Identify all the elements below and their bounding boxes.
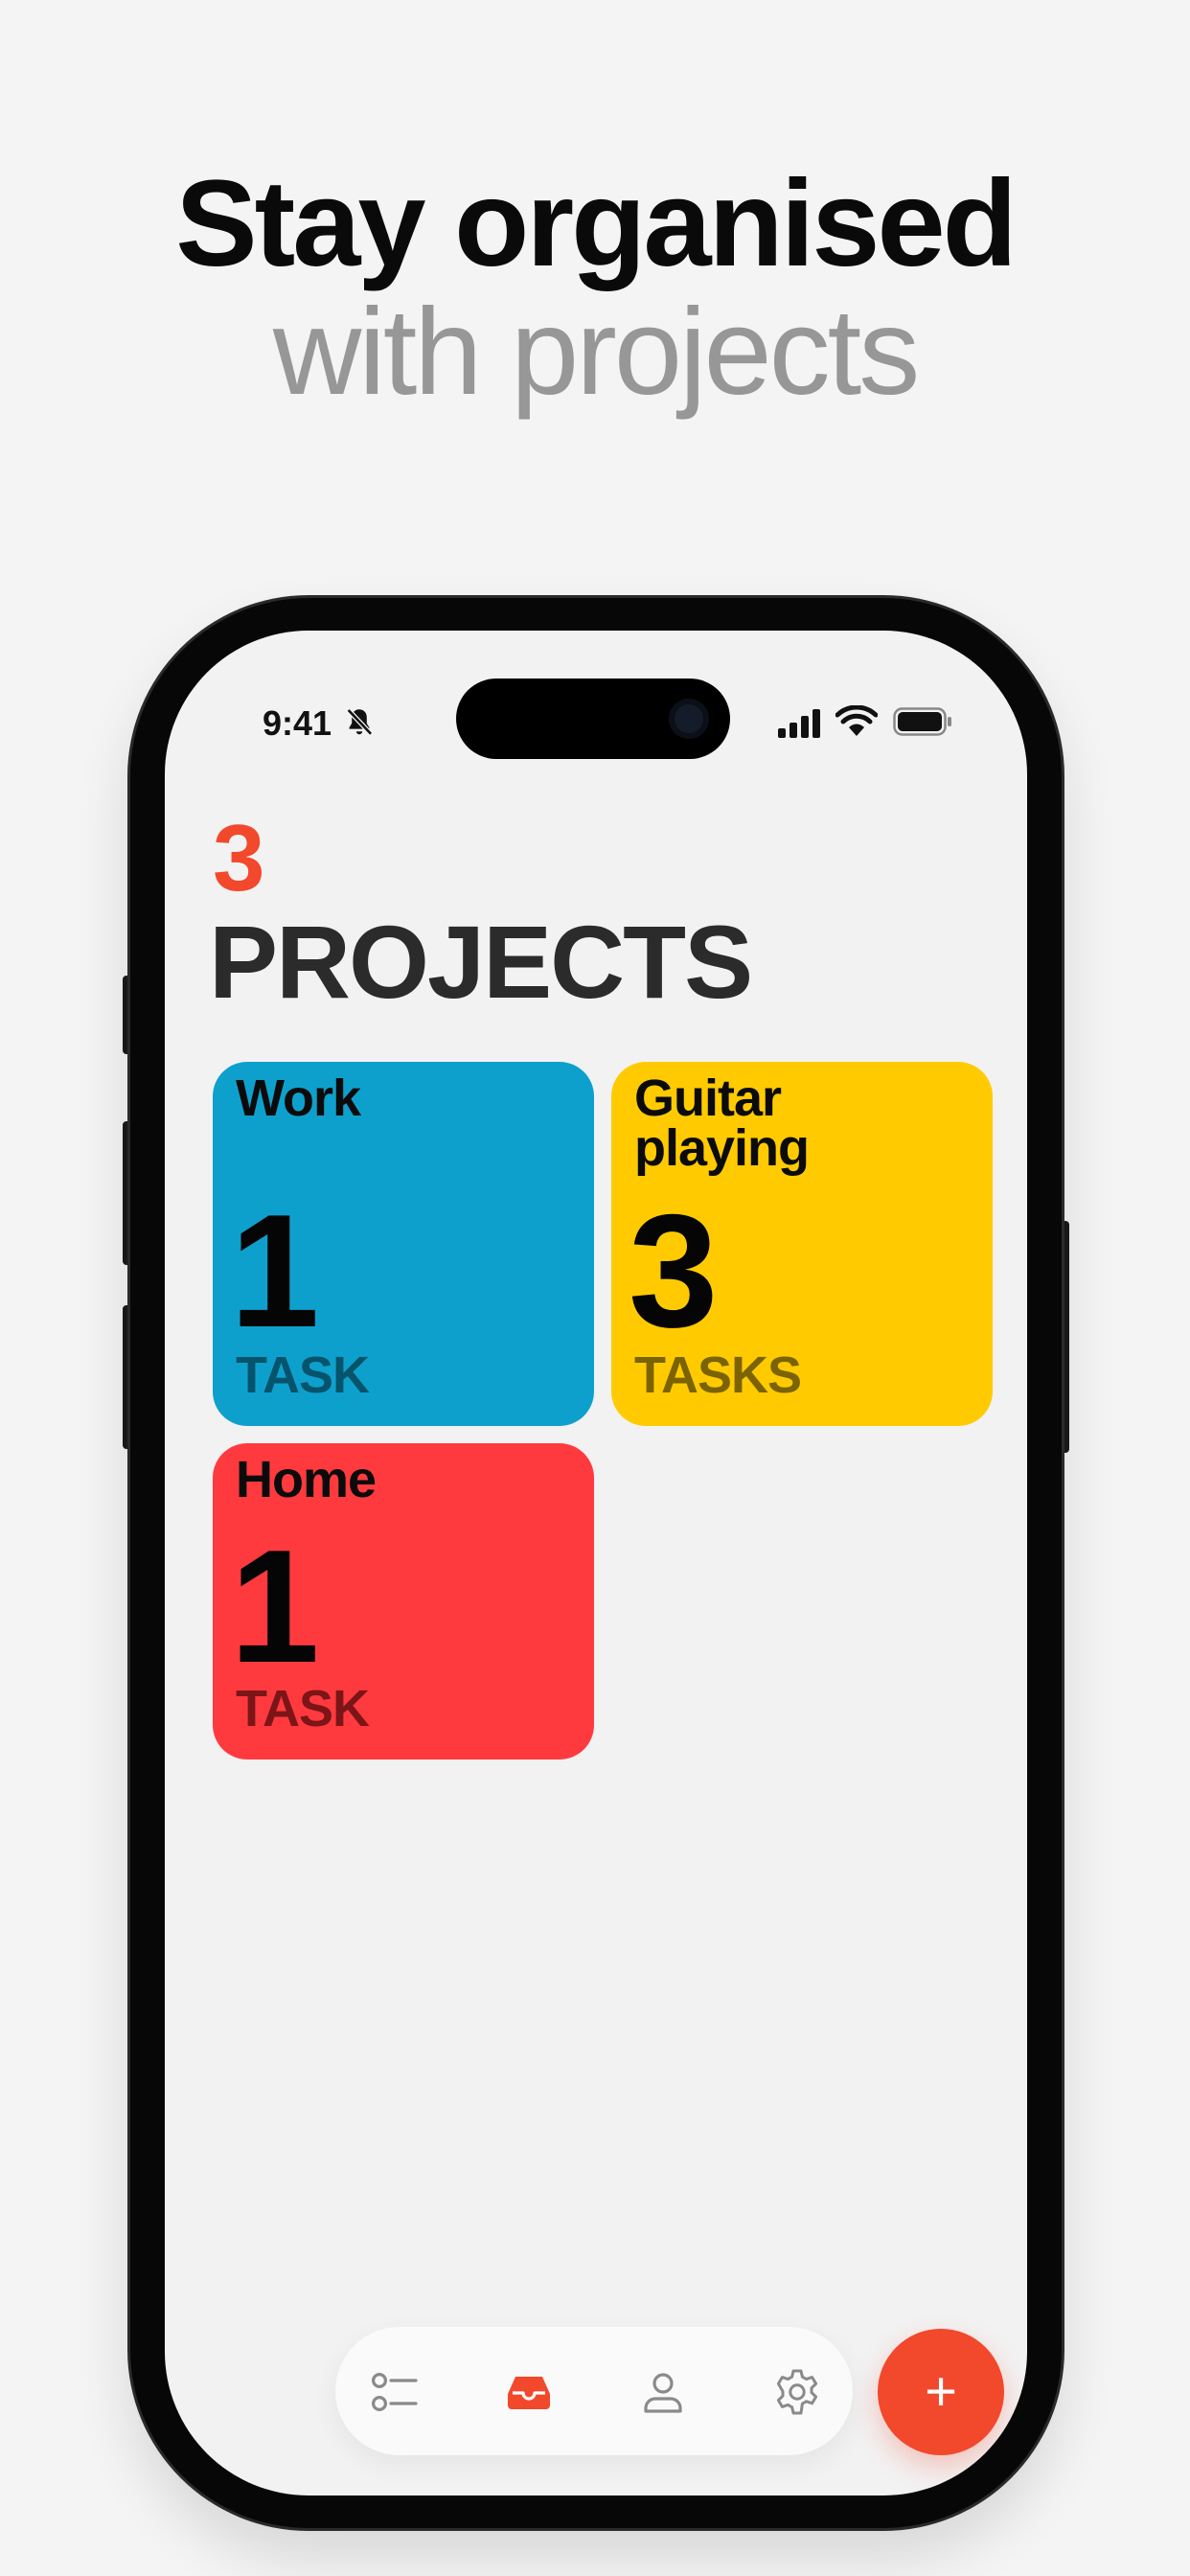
dynamic-island [456,678,730,759]
profile-icon[interactable] [638,2367,688,2417]
project-name: Home [236,1451,377,1508]
wifi-icon [835,705,878,736]
camera-icon [669,699,709,739]
add-project-button[interactable]: + [878,2329,1004,2455]
project-task-unit: TASK [236,1680,370,1737]
project-card-work[interactable]: Work 1 TASK [213,1062,594,1426]
phone-frame: 9:41 3 PROJECTS Work 1 TASK Guitar playi… [130,598,1062,2528]
project-task-count: 1 [230,1516,320,1696]
settings-icon[interactable] [772,2367,822,2417]
list-icon[interactable] [370,2367,420,2417]
project-name: Guitar playing [634,1070,810,1177]
inbox-icon[interactable] [504,2367,554,2417]
project-task-count: 1 [230,1181,320,1361]
projects-count: 3 [213,805,265,910]
project-card-guitar-playing[interactable]: Guitar playing 3 TASKS [611,1062,993,1426]
project-task-unit: TASKS [634,1346,802,1404]
project-task-unit: TASK [236,1346,370,1404]
project-card-home[interactable]: Home 1 TASK [213,1443,594,1760]
battery-icon [893,707,951,736]
project-name: Work [236,1070,361,1127]
signal-icon [778,709,820,738]
project-task-count: 3 [629,1181,719,1361]
tab-bar [335,2327,853,2455]
headline: Stay organised with projects [0,163,1190,414]
phone-screen: 9:41 3 PROJECTS Work 1 TASK Guitar playi… [165,631,1027,2496]
headline-line-2: with projects [272,284,920,421]
status-time: 9:41 [263,703,332,743]
page-title: PROJECTS [209,904,753,1020]
headline-line-1: Stay organised [175,155,1018,292]
bell-slash-icon [346,708,373,736]
